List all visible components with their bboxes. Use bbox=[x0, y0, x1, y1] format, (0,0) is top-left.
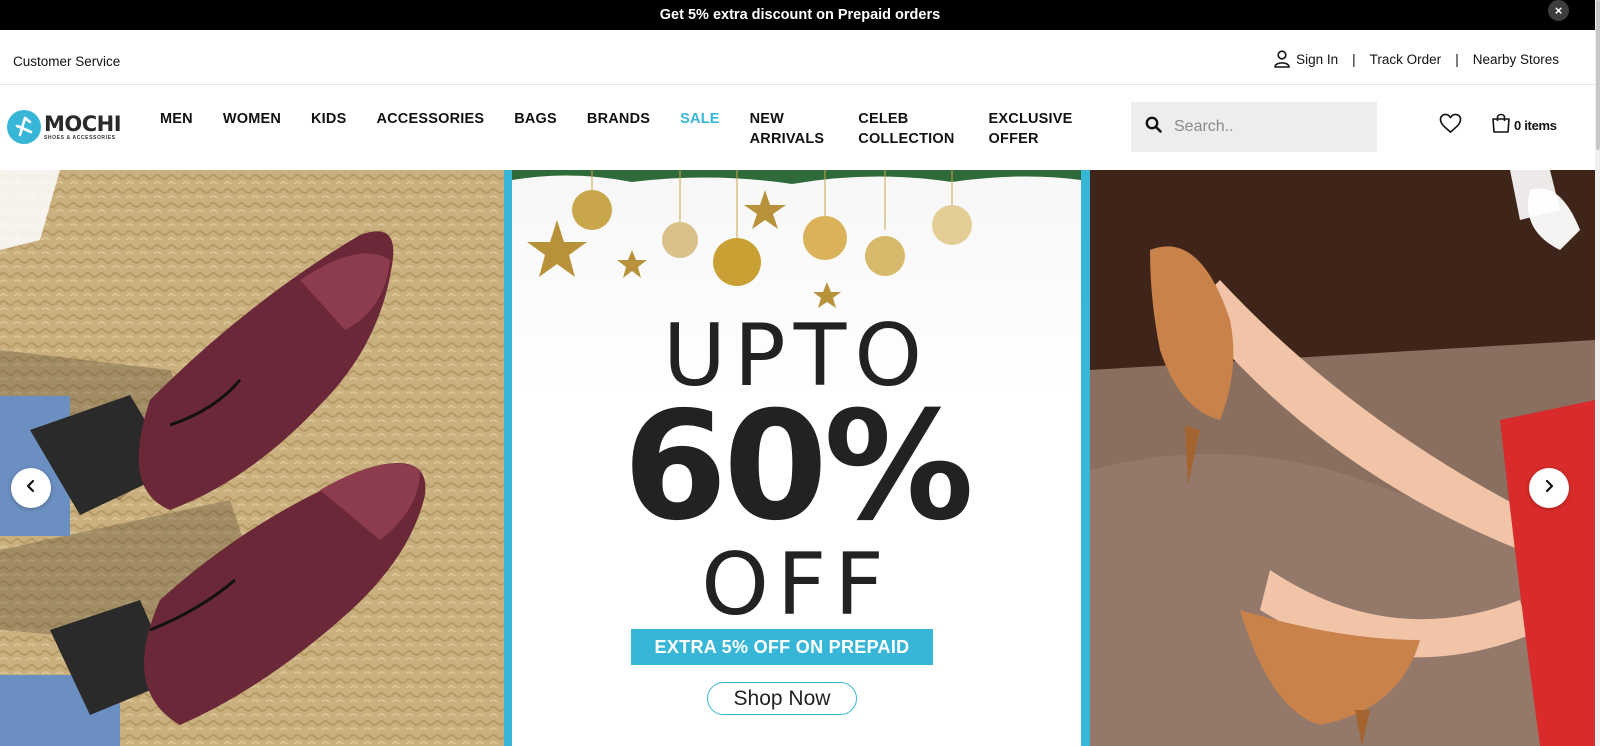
promo-percent-text: 60% bbox=[622, 380, 974, 554]
hero-image-women-heels[interactable] bbox=[1090, 170, 1595, 746]
announcement-text: Get 5% extra discount on Prepaid orders bbox=[659, 7, 941, 23]
sign-in-link[interactable]: Sign In bbox=[1274, 50, 1338, 68]
customer-service-link[interactable]: Customer Service bbox=[13, 54, 120, 69]
carousel-next-button[interactable] bbox=[1529, 468, 1569, 508]
track-order-link[interactable]: Track Order bbox=[1370, 52, 1442, 67]
nearby-stores-link[interactable]: Nearby Stores bbox=[1473, 52, 1559, 67]
nav-men[interactable]: MEN bbox=[160, 109, 193, 149]
separator: | bbox=[1455, 51, 1459, 67]
promo-off-text: OFF bbox=[701, 535, 892, 635]
hero-image-men-shoes[interactable] bbox=[0, 170, 504, 746]
search-input[interactable] bbox=[1174, 118, 1354, 136]
scrollbar-thumb[interactable] bbox=[1596, 0, 1600, 150]
nav-sale[interactable]: SALE bbox=[680, 109, 719, 149]
utility-bar: Customer Service Sign In | Track Order |… bbox=[0, 30, 1595, 85]
nav-new-arrivals[interactable]: NEW ARRIVALS bbox=[750, 109, 825, 149]
cart-count: 0 items bbox=[1514, 117, 1557, 133]
wishlist-button[interactable] bbox=[1439, 113, 1462, 139]
heart-icon bbox=[1439, 113, 1462, 138]
extra-offer-badge: EXTRA 5% OFF ON PREPAID bbox=[631, 629, 933, 665]
chevron-left-icon bbox=[25, 479, 37, 498]
separator: | bbox=[1352, 51, 1356, 67]
logo-wordmark: MOCHI bbox=[44, 111, 122, 136]
search-icon[interactable] bbox=[1145, 116, 1162, 138]
main-header: MOCHI SHOES & ACCESSORIES MEN WOMEN KIDS… bbox=[0, 85, 1595, 170]
sign-in-label: Sign In bbox=[1296, 51, 1339, 67]
nav-brands[interactable]: BRANDS bbox=[587, 109, 650, 149]
search-box[interactable] bbox=[1131, 102, 1377, 152]
account-links: Sign In | Track Order | Nearby Stores bbox=[1274, 50, 1559, 68]
cart-icon bbox=[1490, 113, 1512, 137]
logo-tagline: SHOES & ACCESSORIES bbox=[44, 134, 116, 141]
nav-kids[interactable]: KIDS bbox=[311, 109, 346, 149]
user-icon bbox=[1274, 50, 1290, 68]
shop-now-button[interactable]: Shop Now bbox=[707, 682, 857, 715]
promo-banner[interactable]: UPTO 60% OFF EXTRA 5% OFF ON PREPAID Sho… bbox=[504, 170, 1090, 746]
hero-carousel: UPTO 60% OFF EXTRA 5% OFF ON PREPAID Sho… bbox=[0, 170, 1595, 746]
nav-celeb-collection[interactable]: CELEB COLLECTION bbox=[858, 109, 954, 149]
chevron-right-icon bbox=[1543, 479, 1555, 498]
logo-mark bbox=[7, 110, 41, 144]
main-nav: MEN WOMEN KIDS ACCESSORIES BAGS BRANDS S… bbox=[160, 109, 1073, 149]
carousel-prev-button[interactable] bbox=[11, 468, 51, 508]
ornaments-decoration bbox=[512, 170, 1081, 308]
announcement-bar: Get 5% extra discount on Prepaid orders … bbox=[0, 0, 1600, 30]
nav-women[interactable]: WOMEN bbox=[223, 109, 281, 149]
nav-exclusive-offer[interactable]: EXCLUSIVE OFFER bbox=[989, 109, 1073, 149]
mochi-logo[interactable]: MOCHI SHOES & ACCESSORIES bbox=[7, 110, 122, 144]
nav-accessories[interactable]: ACCESSORIES bbox=[376, 109, 484, 149]
nav-bags[interactable]: BAGS bbox=[514, 109, 557, 149]
close-icon[interactable]: × bbox=[1548, 0, 1569, 21]
cart-button[interactable]: 0 items bbox=[1490, 113, 1557, 137]
